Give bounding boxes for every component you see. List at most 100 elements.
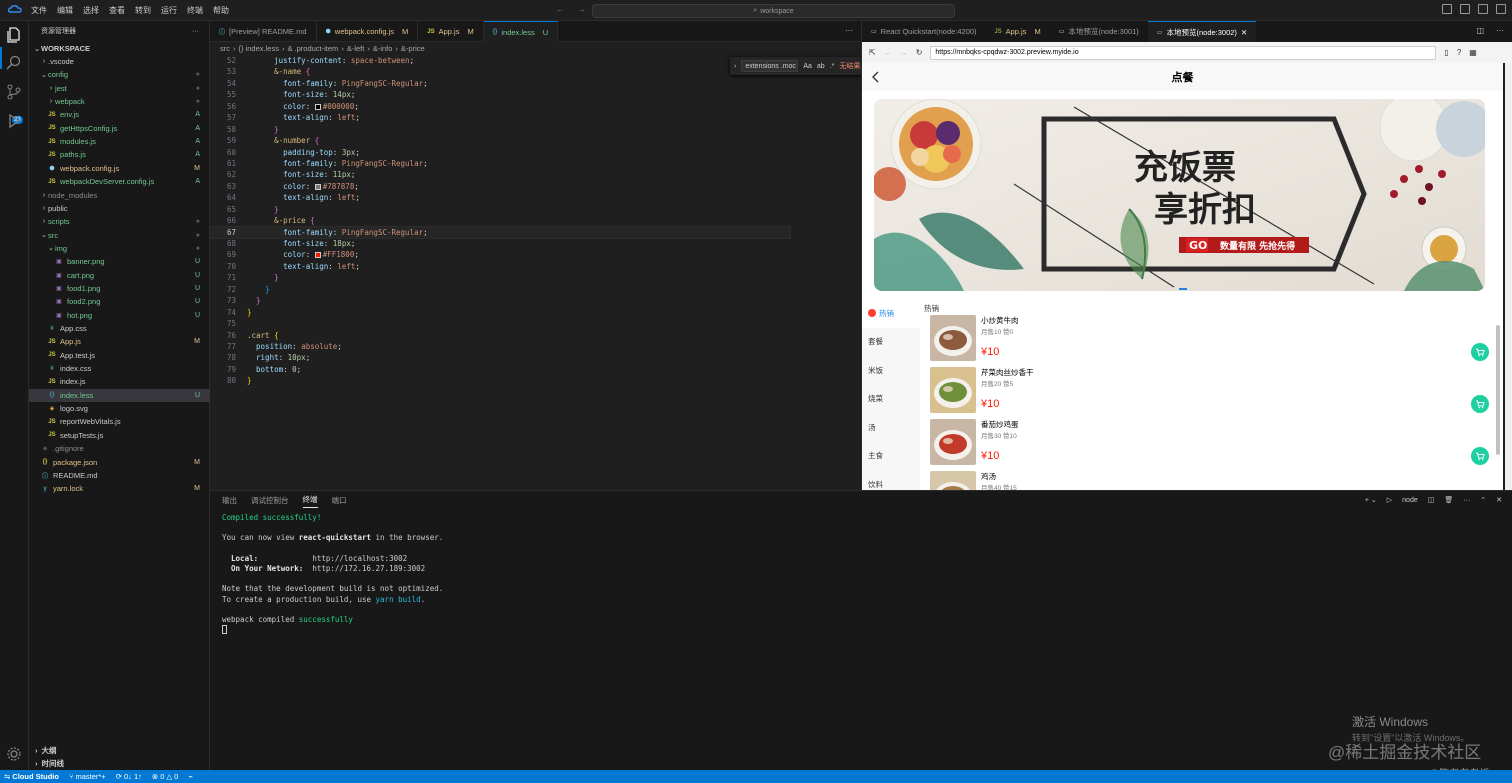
tree-item[interactable]: # index.css [29,362,210,375]
close-icon[interactable]: ✕ [1241,28,1247,37]
outline-section[interactable]: › 大纲 [29,744,210,757]
more-actions-icon[interactable]: ··· [1488,21,1512,42]
product-item[interactable]: 番茄炒鸡蛋 月售30 赞10 ¥10 [930,419,1495,471]
tree-item[interactable]: ⬢ webpack.config.js M [29,162,210,175]
source-control-icon[interactable] [6,84,22,100]
customize-layout-icon[interactable] [1496,4,1506,14]
close-icon[interactable]: ✕ [1496,496,1502,504]
tree-item[interactable]: JS setupTests.js [29,429,210,442]
whole-word-icon[interactable]: ab [817,63,825,70]
split-terminal-icon[interactable]: ◫ [1428,496,1435,504]
tree-item[interactable]: JS webpackDevServer.config.js A [29,175,210,188]
tree-item[interactable]: ⌄ img ● [29,242,210,255]
tree-item[interactable]: {} package.json M [29,456,210,469]
menu-item[interactable]: 终端 [187,5,203,16]
tree-item[interactable]: JS index.js [29,375,210,388]
category-item[interactable]: 主食 [862,442,920,471]
more-actions-icon[interactable]: ··· [1463,497,1470,504]
panel-tab[interactable]: 调试控制台 [251,495,289,506]
open-external-icon[interactable]: ⇱ [869,48,876,57]
breadcrumb-item[interactable]: src [220,44,230,53]
tree-item[interactable]: JS App.js M [29,335,210,348]
category-item[interactable]: 烧菜 [862,385,920,414]
tree-item[interactable]: › .vscode [29,55,210,68]
problems-status[interactable]: ⊗ 0 △ 0 [152,772,178,781]
tree-item[interactable]: JS App.test.js [29,349,210,362]
menu-item[interactable]: 查看 [109,5,125,16]
category-item[interactable]: 热销 [862,299,920,328]
help-icon[interactable]: ? [1457,48,1461,57]
tree-item[interactable]: › jest ● [29,82,210,95]
preview-tab[interactable]: ▭ React Quickstart(node:4200) [862,21,986,42]
menu-item[interactable]: 编辑 [57,5,73,16]
tree-item[interactable]: ⌄ src ● [29,229,210,242]
panel-tab[interactable]: 终端 [302,494,318,508]
terminal-output[interactable]: Compiled successfully! You can now view … [222,513,443,635]
preview-scrollbar[interactable] [1505,63,1512,490]
add-to-cart-button[interactable] [1471,395,1489,413]
tree-item[interactable]: ▣ food2.png U [29,295,210,308]
explorer-icon[interactable] [6,27,22,43]
tree-item[interactable]: ⓘ README.md [29,469,210,482]
workspace-root[interactable]: ⌄ WORKSPACE [29,42,210,55]
search-icon[interactable] [6,55,22,71]
category-item[interactable]: 汤 [862,413,920,442]
menu-item[interactable]: 运行 [161,5,177,16]
category-item[interactable]: 米饭 [862,356,920,385]
sync-status[interactable]: ⟳ 0↓ 1↑ [116,772,142,781]
preview-tab[interactable]: ▭ 本地预览(node:3001) [1050,21,1148,42]
url-input[interactable]: https://mnbqks-cpqdwz-3002.preview.myide… [930,45,1437,60]
cloud-studio-status[interactable]: ⇋ Cloud Studio [4,772,59,781]
tree-item[interactable]: JS paths.js A [29,148,210,161]
preview-tab[interactable]: JS App.js M [986,21,1050,42]
tree-item[interactable]: ◈ logo.svg [29,402,210,415]
tree-item[interactable]: JS reportWebVitals.js [29,415,210,428]
editor-tab[interactable]: JS App.js M [418,21,484,42]
maximize-panel-icon[interactable]: ⌃ [1480,496,1486,504]
menu-item[interactable]: 转到 [135,5,151,16]
find-input[interactable]: extensions .moc [741,60,799,72]
tree-item[interactable]: {} index.less U [29,388,210,402]
tree-item[interactable]: JS modules.js A [29,135,210,148]
preview-tab[interactable]: ▭ 本地预览(node:3002) ✕ [1147,21,1257,42]
branch-status[interactable]: ⑂ master*+ [69,772,106,781]
ports-status[interactable]: ⌁ [188,772,193,781]
category-item[interactable]: 套餐 [862,328,920,357]
product-item[interactable]: 鸡汤 月售40 赞15 [930,471,1495,490]
tree-item[interactable]: ◆ .gitignore [29,442,210,455]
editor-tab[interactable]: ⬢ webpack.config.js M [317,21,419,42]
color-swatch-icon[interactable] [314,103,321,110]
tree-item[interactable]: ▣ cart.png U [29,269,210,282]
tree-item[interactable]: JS getHttpsConfig.js A [29,122,210,135]
command-search[interactable]: ⌕ workspace [592,4,955,18]
color-swatch-icon[interactable] [314,252,321,259]
tree-item[interactable]: › public [29,202,210,215]
category-item[interactable]: 饮料 [862,470,920,490]
panel-tab[interactable]: 端口 [332,495,347,506]
run-debug-icon[interactable] [6,113,22,129]
editor-tab[interactable]: {} index.less U [483,21,559,42]
timeline-section[interactable]: › 时间线 [29,757,210,770]
menu-item[interactable]: 帮助 [213,5,229,16]
breadcrumb-item[interactable]: &-price [401,44,425,53]
reload-icon[interactable]: ↻ [916,48,923,57]
tree-item[interactable]: ▣ banner.png U [29,255,210,268]
tree-item[interactable]: ▣ food1.png U [29,282,210,295]
toggle-sidebar-icon[interactable] [1442,4,1452,14]
book-icon[interactable]: ▯ [1444,48,1448,57]
add-to-cart-button[interactable] [1471,343,1489,361]
tree-item[interactable]: › scripts ● [29,215,210,228]
more-actions-icon[interactable]: ··· [192,28,199,35]
panel-tab[interactable]: 输出 [222,495,237,506]
tree-item[interactable]: # App.css [29,322,210,335]
back-arrow-icon[interactable]: ← [556,5,564,14]
split-editor-icon[interactable]: ◫ [1472,21,1488,42]
editor-tab[interactable]: ⓘ [Preview] README.md [210,21,317,42]
breadcrumb-item[interactable]: &-left [347,44,365,53]
layout-icon[interactable]: ▦ [1469,48,1477,57]
tree-item[interactable]: JS env.js A [29,108,210,121]
more-actions-icon[interactable]: ··· [845,26,853,35]
menu-item[interactable]: 文件 [31,5,47,16]
settings-gear-icon[interactable] [6,746,22,762]
regex-icon[interactable]: .* [830,63,835,70]
